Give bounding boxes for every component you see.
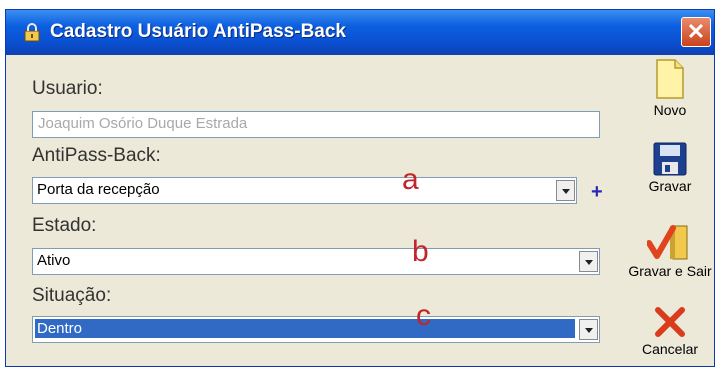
window-title: Cadastro Usuário AntiPass-Back: [50, 21, 347, 42]
gravar-e-sair-button[interactable]: Gravar e Sair: [624, 223, 716, 279]
situacao-value: Dentro: [35, 319, 575, 338]
usuario-field[interactable]: Joaquim Osório Duque Estrada: [32, 111, 600, 138]
chevron-down-icon[interactable]: [579, 319, 598, 340]
dialog-window: Cadastro Usuário AntiPass-Back ✕ Usuario…: [5, 9, 715, 367]
novo-label: Novo: [653, 102, 687, 118]
cancel-x-icon: [655, 307, 685, 337]
situacao-select[interactable]: Dentro: [32, 316, 600, 343]
annotation-a: a: [402, 163, 419, 196]
annotation-b: b: [412, 235, 429, 268]
new-document-icon: [656, 59, 684, 99]
gravar-button[interactable]: Gravar: [624, 142, 716, 194]
cancelar-label: Cancelar: [641, 341, 699, 357]
add-antipassback-button[interactable]: +: [591, 181, 603, 204]
lock-icon: [24, 23, 40, 42]
situacao-label: Situação:: [32, 285, 112, 306]
novo-button[interactable]: Novo: [624, 58, 716, 118]
chevron-down-icon[interactable]: [579, 251, 598, 272]
annotation-c: c: [416, 299, 431, 332]
floppy-disk-icon: [653, 142, 687, 176]
antipassback-select[interactable]: Porta da recepção: [32, 177, 577, 204]
form-area: Usuario: Joaquim Osório Duque Estrada An…: [6, 55, 714, 368]
gravar-label: Gravar: [648, 178, 692, 194]
cancelar-button[interactable]: Cancelar: [624, 305, 716, 357]
estado-select[interactable]: Ativo: [32, 248, 600, 275]
estado-value: Ativo: [37, 252, 71, 269]
chevron-down-icon[interactable]: [556, 180, 575, 201]
estado-label: Estado:: [32, 215, 97, 236]
title-bar[interactable]: Cadastro Usuário AntiPass-Back ✕: [6, 10, 714, 55]
gravar-e-sair-label: Gravar e Sair: [628, 263, 712, 279]
close-button[interactable]: ✕: [681, 17, 711, 47]
antipassback-label: AntiPass-Back:: [32, 145, 161, 166]
antipassback-value: Porta da recepção: [37, 181, 160, 198]
usuario-value: Joaquim Osório Duque Estrada: [38, 115, 248, 132]
save-exit-icon: [647, 225, 688, 260]
usuario-label: Usuario:: [32, 78, 103, 99]
close-icon: ✕: [686, 19, 706, 44]
